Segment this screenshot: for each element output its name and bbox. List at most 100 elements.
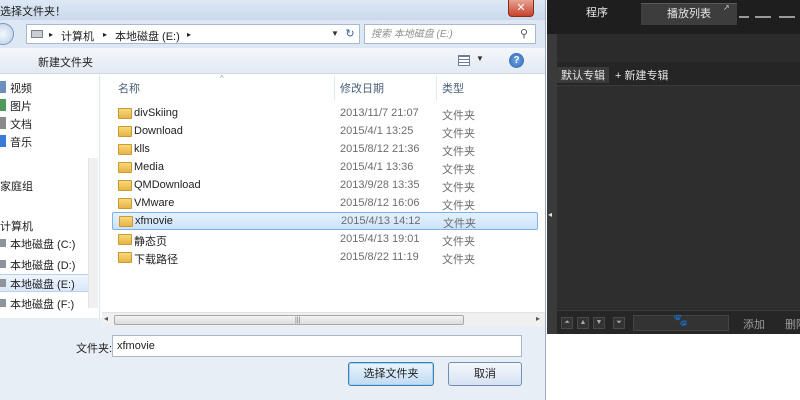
subtab-default-album[interactable]: 默认专辑 — [557, 67, 609, 83]
nav-item-computer[interactable]: 计算机 — [0, 216, 100, 234]
sort-indicator-icon: ^ — [220, 74, 224, 83]
nav-item-homegroup[interactable]: 家庭组 — [0, 176, 100, 194]
file-name: divSkiing — [134, 107, 179, 119]
file-date: 2015/4/1 13:25 — [340, 125, 414, 137]
view-dropdown-icon[interactable]: ▼ — [476, 54, 484, 63]
move-down-icon[interactable]: ▼ — [593, 317, 605, 329]
file-row[interactable]: klls 2015/8/12 21:36 文件夹 — [112, 141, 538, 159]
file-type: 文件夹 — [442, 182, 475, 194]
file-name: klls — [134, 143, 150, 155]
nav-item-drive-e[interactable]: 本地磁盘 (E:) — [0, 274, 88, 292]
breadcrumb-drive-e[interactable]: 本地磁盘 (E:) — [115, 28, 180, 44]
cancel-button[interactable]: 取消 — [448, 362, 522, 386]
file-row-selected[interactable]: xfmovie 2015/4/13 14:12 文件夹 — [112, 212, 538, 230]
breadcrumb-separator-icon: ▸ — [187, 30, 192, 39]
file-type: 文件夹 — [443, 218, 476, 230]
horizontal-scrollbar[interactable]: ◂ ||| ▸ — [102, 312, 545, 326]
move-bottom-icon[interactable]: ⏷ — [613, 317, 625, 329]
folder-icon — [119, 216, 133, 227]
file-date: 2015/8/12 16:06 — [340, 197, 420, 209]
folder-icon — [118, 252, 132, 263]
file-name: Media — [134, 161, 164, 173]
popout-icon[interactable]: ↗ — [723, 3, 730, 12]
minimize-icon[interactable] — [755, 16, 771, 18]
new-album-button[interactable]: + 新建专辑 — [615, 67, 668, 83]
scroll-left-icon[interactable]: ◂ — [104, 314, 108, 323]
file-row[interactable]: VMware 2015/8/12 16:06 文件夹 — [112, 195, 538, 213]
player-titlebar[interactable]: 程序 播放列表 ↗ — [547, 0, 800, 34]
paw-watermark-icon: 🐾 — [673, 313, 688, 327]
file-row[interactable]: divSkiing 2013/11/7 21:07 文件夹 — [112, 105, 538, 123]
player-empty-area — [547, 334, 800, 400]
column-header-date[interactable]: 修改日期 — [340, 80, 384, 98]
nav-item-label: 本地磁盘 (F:) — [10, 299, 75, 311]
drive-icon — [0, 239, 6, 247]
new-folder-button[interactable]: 新建文件夹 — [38, 54, 93, 70]
file-name: QMDownload — [134, 179, 201, 191]
folder-icon — [118, 198, 132, 209]
column-divider[interactable] — [334, 76, 335, 100]
move-top-icon[interactable]: ⏶ — [561, 317, 573, 329]
nav-item-drive-f[interactable]: 本地磁盘 (F:) — [0, 294, 100, 312]
column-header-name[interactable]: 名称 — [118, 80, 140, 98]
nav-item-documents[interactable]: 文档 — [0, 114, 100, 132]
file-name: Download — [134, 125, 183, 137]
nav-item-videos[interactable]: 视频 — [0, 78, 100, 96]
file-row[interactable]: Download 2015/4/1 13:25 文件夹 — [112, 123, 538, 141]
move-up-icon[interactable]: ▲ — [577, 317, 589, 329]
file-row[interactable]: 静态页 2015/4/13 19:01 文件夹 — [112, 231, 538, 249]
scroll-right-icon[interactable]: ▸ — [536, 314, 540, 323]
playlist-area[interactable] — [557, 86, 800, 308]
column-header-type[interactable]: 类型 — [442, 80, 464, 98]
dialog-title: 选择文件夹！ — [0, 6, 66, 18]
close-bar-icon[interactable] — [779, 16, 795, 18]
address-bar[interactable]: ▸ 计算机 ▸ 本地磁盘 (E:) ▸ ▼ ↻ — [26, 24, 360, 44]
delete-button[interactable]: 删除 — [785, 316, 800, 332]
file-row[interactable]: QMDownload 2013/9/28 13:35 文件夹 — [112, 177, 538, 195]
select-folder-button[interactable]: 选择文件夹 — [348, 362, 434, 386]
search-input[interactable] — [371, 27, 511, 41]
nav-item-drive-c[interactable]: 本地磁盘 (C:) — [0, 234, 100, 252]
file-type: 文件夹 — [442, 236, 475, 248]
file-row[interactable]: 下载路径 2015/8/22 11:19 文件夹 — [112, 249, 538, 267]
scrollbar-thumb[interactable]: ||| — [114, 315, 464, 325]
help-icon[interactable]: ? — [509, 53, 524, 68]
add-button[interactable]: 添加 — [743, 316, 765, 332]
search-icon[interactable]: ⚲ — [517, 27, 531, 41]
refresh-icon[interactable]: ↻ — [343, 27, 357, 41]
playlist-subtabs: 默认专辑 + 新建专辑 — [557, 62, 800, 86]
nav-item-drive-d[interactable]: 本地磁盘 (D:) — [0, 255, 100, 273]
nav-item-label: 家庭组 — [0, 181, 33, 193]
breadcrumb-computer[interactable]: 计算机 — [61, 28, 94, 44]
file-type: 文件夹 — [442, 146, 475, 158]
player-side-strip[interactable]: ◂ — [547, 34, 557, 334]
view-options-icon[interactable] — [458, 55, 470, 66]
nav-scrollbar[interactable] — [88, 158, 98, 308]
file-date: 2015/8/22 11:19 — [340, 251, 419, 263]
file-type: 文件夹 — [442, 128, 475, 140]
drive-icon — [0, 279, 6, 287]
dialog-titlebar[interactable]: 选择文件夹！ ✕ — [0, 0, 545, 20]
minimize-mini-icon[interactable] — [739, 16, 749, 18]
drive-icon — [31, 30, 43, 38]
folder-icon — [118, 126, 132, 137]
file-name: xfmovie — [135, 215, 173, 227]
close-button[interactable]: ✕ — [508, 0, 534, 17]
nav-item-music[interactable]: 音乐 — [0, 132, 100, 150]
nav-item-pictures[interactable]: 图片 — [0, 96, 100, 114]
back-button[interactable] — [0, 23, 14, 45]
file-row[interactable]: Media 2015/4/1 13:36 文件夹 — [112, 159, 538, 177]
nav-item-label: 本地磁盘 (D:) — [10, 260, 76, 272]
tab-programs[interactable]: 程序 — [569, 3, 625, 25]
drive-icon — [0, 299, 6, 307]
folder-name-field[interactable] — [112, 335, 522, 357]
address-dropdown-icon[interactable]: ▼ — [331, 29, 339, 38]
playlist-bottombar: ⏶ ▲ ▼ ⏷ 🐾 添加 删除 — [557, 310, 800, 334]
collapse-arrow-icon[interactable]: ◂ — [548, 210, 552, 219]
file-name: 下载路径 — [134, 254, 178, 266]
nav-item-label: 本地磁盘 (C:) — [10, 239, 76, 251]
search-box[interactable]: ⚲ — [364, 24, 536, 44]
column-divider[interactable] — [436, 76, 437, 100]
nav-item-label: 文档 — [10, 119, 32, 131]
folder-picker-dialog: 选择文件夹！ ✕ ▸ 计算机 ▸ 本地磁盘 (E:) ▸ ▼ ↻ ⚲ 新建文件夹… — [0, 0, 546, 400]
